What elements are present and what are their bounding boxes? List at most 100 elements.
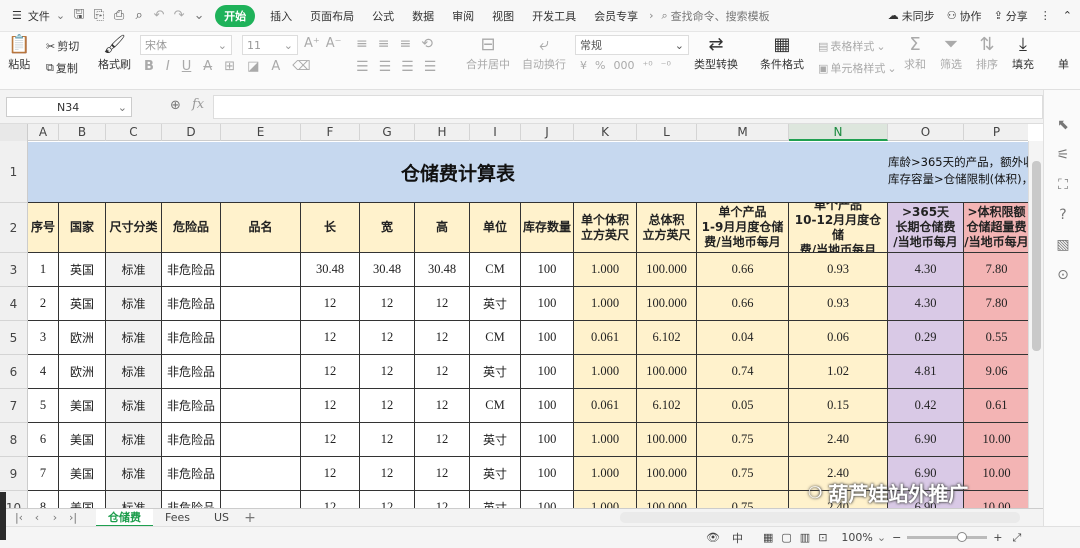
header-cell[interactable]: 尺寸分类: [106, 203, 162, 253]
conditional-format-button[interactable]: ▦ 条件格式: [760, 34, 804, 72]
name-box[interactable]: N34 ⌄: [6, 97, 132, 117]
tab-data[interactable]: 数据: [403, 8, 443, 24]
filter-button[interactable]: ⏷ 筛选: [940, 34, 962, 72]
table-cell[interactable]: 0.061: [574, 389, 637, 423]
table-cell[interactable]: 12: [415, 389, 470, 423]
help-icon[interactable]: ?: [1054, 206, 1072, 224]
merge-center-button[interactable]: ⊟ 合并居中: [466, 34, 510, 72]
table-cell[interactable]: 标准: [106, 457, 162, 491]
table-cell[interactable]: 12: [301, 287, 360, 321]
table-cell[interactable]: 12: [415, 423, 470, 457]
input-method-label[interactable]: 中: [732, 530, 743, 546]
header-cell[interactable]: 长: [301, 203, 360, 253]
zoom-slider-knob[interactable]: [957, 532, 968, 542]
table-cell[interactable]: [221, 321, 301, 355]
table-cell[interactable]: 12: [360, 389, 415, 423]
table-cell[interactable]: 英寸: [470, 287, 521, 321]
more-options-icon[interactable]: ⋮: [1040, 9, 1051, 22]
table-cell[interactable]: 1.000: [574, 423, 637, 457]
row-header-3[interactable]: 3: [0, 253, 28, 287]
italic-icon[interactable]: I: [166, 59, 170, 74]
decrease-decimal-icon[interactable]: ⁻⁰: [661, 59, 671, 72]
table-cell[interactable]: 标准: [106, 389, 162, 423]
table-cell[interactable]: 2.40: [789, 423, 888, 457]
next-sheet-icon[interactable]: ›: [46, 511, 64, 524]
undo-icon[interactable]: ↶: [149, 6, 169, 26]
print-icon[interactable]: ⎙: [109, 6, 129, 26]
cell-style-button[interactable]: ▣ 单元格样式 ⌄: [818, 60, 897, 76]
table-cell[interactable]: 2: [28, 287, 59, 321]
underline-icon[interactable]: U: [182, 59, 192, 74]
table-cell[interactable]: 100: [521, 389, 574, 423]
table-cell[interactable]: 非危险品: [162, 321, 221, 355]
table-cell[interactable]: [221, 423, 301, 457]
column-header-n[interactable]: N: [789, 124, 888, 141]
table-cell[interactable]: 12: [360, 423, 415, 457]
collaborate-button[interactable]: ⚇ 协作: [947, 8, 982, 24]
clear-format-icon[interactable]: ⌫: [292, 59, 310, 74]
fill-color-icon[interactable]: ◪: [247, 59, 259, 74]
header-cell[interactable]: >365天 长期仓储费 /当地币每月: [888, 203, 964, 253]
table-cell[interactable]: 100.000: [637, 253, 697, 287]
column-header-k[interactable]: K: [574, 124, 637, 141]
table-cell[interactable]: 非危险品: [162, 457, 221, 491]
table-cell[interactable]: [221, 457, 301, 491]
sheet-title[interactable]: 仓储费计算表: [28, 142, 888, 203]
fullscreen-icon[interactable]: ⤢: [1013, 531, 1022, 545]
table-cell[interactable]: 0.29: [888, 321, 964, 355]
table-cell[interactable]: CM: [470, 321, 521, 355]
image-icon[interactable]: ▧: [1054, 236, 1072, 254]
table-cell[interactable]: [221, 287, 301, 321]
more-ribbon-button[interactable]: 单: [1058, 56, 1069, 72]
table-cell[interactable]: 12: [360, 355, 415, 389]
header-cell[interactable]: 宽: [360, 203, 415, 253]
table-cell[interactable]: 12: [360, 321, 415, 355]
share-button[interactable]: ⇪ 分享: [994, 8, 1028, 24]
row-header-2[interactable]: 2: [0, 203, 28, 253]
table-cell[interactable]: 1.000: [574, 287, 637, 321]
tab-view[interactable]: 视图: [483, 8, 523, 24]
table-cell[interactable]: 非危险品: [162, 287, 221, 321]
location-icon[interactable]: ⊙: [1054, 266, 1072, 284]
column-header-e[interactable]: E: [221, 124, 301, 141]
first-sheet-icon[interactable]: |‹: [10, 511, 28, 524]
bold-icon[interactable]: B: [144, 59, 154, 74]
increase-decimal-icon[interactable]: ⁺⁰: [642, 59, 652, 72]
header-cell[interactable]: >体积限额 仓储超量费 /当地币每月: [964, 203, 1028, 253]
chevron-down-icon[interactable]: ⌄: [56, 9, 69, 22]
strikethrough-icon[interactable]: A: [203, 59, 212, 74]
table-cell[interactable]: 非危险品: [162, 423, 221, 457]
horizontal-scrollbar[interactable]: [620, 512, 1020, 523]
file-menu[interactable]: 文件: [28, 8, 56, 24]
table-cell[interactable]: 4.30: [888, 287, 964, 321]
select-all-corner[interactable]: [0, 124, 28, 141]
table-cell[interactable]: 10.00: [964, 423, 1028, 457]
table-cell[interactable]: 标准: [106, 423, 162, 457]
table-cell[interactable]: 非危险品: [162, 253, 221, 287]
tabs-scroll-right-icon[interactable]: ›: [647, 9, 655, 22]
insert-function-icon[interactable]: fx: [192, 97, 204, 112]
border-icon[interactable]: ⊞: [224, 59, 235, 74]
column-header-b[interactable]: B: [59, 124, 106, 141]
cursor-select-icon[interactable]: ⬉: [1054, 116, 1072, 134]
table-cell[interactable]: 12: [415, 321, 470, 355]
table-cell[interactable]: 100: [521, 287, 574, 321]
row-header-8[interactable]: 8: [0, 423, 28, 457]
table-cell[interactable]: 1.02: [789, 355, 888, 389]
table-cell[interactable]: 4.30: [888, 253, 964, 287]
font-size-select[interactable]: 11 ⌄: [242, 35, 298, 55]
table-cell[interactable]: 10.00: [964, 457, 1028, 491]
table-cell[interactable]: 12: [360, 457, 415, 491]
table-cell[interactable]: 1.000: [574, 491, 637, 508]
table-cell[interactable]: 12: [301, 457, 360, 491]
table-cell[interactable]: 0.15: [789, 389, 888, 423]
decrease-font-icon[interactable]: A⁻: [326, 36, 342, 51]
align-middle-icon[interactable]: ≡: [378, 36, 390, 52]
percent-icon[interactable]: %: [595, 59, 605, 72]
table-cell[interactable]: 0.66: [697, 287, 789, 321]
column-header-c[interactable]: C: [106, 124, 162, 141]
table-cell[interactable]: [221, 491, 301, 508]
prev-sheet-icon[interactable]: ‹: [28, 511, 46, 524]
table-cell[interactable]: 7: [28, 457, 59, 491]
table-cell[interactable]: 英国: [59, 253, 106, 287]
